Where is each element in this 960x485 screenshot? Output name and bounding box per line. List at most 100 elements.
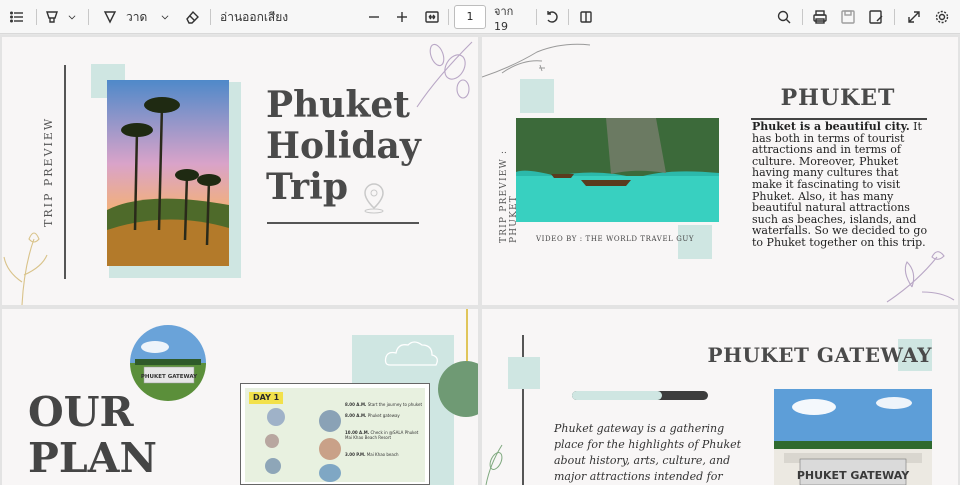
ornament-string	[466, 309, 468, 365]
page-view-button[interactable]	[576, 6, 596, 28]
palm-sunset-photo	[107, 80, 229, 266]
slide-title: Phuket Holiday Trip	[266, 85, 421, 208]
slide-body: Phuket is a beautiful city. It has both …	[752, 121, 928, 249]
page-number-input[interactable]: 1	[454, 5, 486, 29]
chevron-down-icon	[161, 15, 169, 20]
slide-body: Phuket gateway is a gathering place for …	[554, 422, 742, 483]
gateway-photo: PHUKET GATEWAY	[774, 389, 932, 485]
rotate-button[interactable]	[542, 6, 562, 28]
save-button[interactable]	[838, 6, 858, 28]
search-button[interactable]	[774, 6, 794, 28]
zoom-out-icon	[369, 16, 379, 18]
mint-square	[508, 357, 540, 389]
toolbar-divider	[894, 9, 895, 25]
video-credit: VIDEO BY : THE WORLD TRAVEL GUY	[536, 235, 695, 243]
chevron-down-icon	[68, 15, 76, 20]
schedule-text: Phuket gateway	[367, 413, 400, 418]
fullscreen-button[interactable]	[904, 6, 924, 28]
settings-button[interactable]	[932, 6, 952, 28]
schedule-time: 8.00 A.M.	[345, 402, 367, 407]
thumbnail	[319, 410, 341, 432]
schedule-item: 3.00 P.M. Mai Khao beach	[345, 452, 423, 457]
slide-title: OUR PLAN	[28, 389, 157, 481]
highlight-button[interactable]	[42, 6, 62, 28]
schedule-list: 8.00 A.M. Start the journey to phuket 8.…	[345, 402, 423, 457]
toolbar-divider	[88, 9, 89, 25]
tulip-decoration	[3, 232, 48, 305]
highlight-options-button[interactable]	[64, 6, 80, 28]
progress-fill	[572, 391, 662, 400]
title-line: Phuket	[266, 84, 410, 126]
contents-button[interactable]	[6, 6, 28, 28]
schedule-item: 8.00 A.M. Start the journey to phuket	[345, 402, 423, 407]
draw-button[interactable]: วาด	[102, 6, 164, 28]
vertical-rule	[64, 65, 66, 279]
document-viewport[interactable]: TRIP PREVIEW Phuket Holiday Trip TRIP PR…	[0, 35, 960, 485]
plan-card-inner: DAY 1 8.00 A.M. Start the journey to phu…	[245, 388, 425, 482]
slide-heading: PHUKET GATEWAY	[707, 343, 932, 367]
title-line: PLAN	[28, 434, 157, 482]
slide-3: PHUKET GATEWAY OUR PLAN DAY 1 8.00 A.M. …	[2, 309, 478, 485]
slide-heading: PHUKET	[780, 85, 896, 111]
draw-options-button[interactable]	[156, 6, 174, 28]
plan-card: DAY 1 8.00 A.M. Start the journey to phu…	[240, 383, 430, 485]
sign-text: PHUKET GATEWAY	[797, 469, 910, 482]
toolbar-divider	[36, 9, 37, 25]
contents-icon	[10, 11, 23, 23]
vertical-caption: TRIP PREVIEW : PHUKET	[499, 149, 519, 243]
slide-4: PHUKET GATEWAY Phuket gateway is a gathe…	[482, 309, 958, 485]
title-line: Trip	[266, 166, 348, 208]
toolbar-divider	[536, 9, 537, 25]
search-icon	[777, 10, 791, 24]
toolbar-divider	[802, 9, 803, 25]
draw-icon	[103, 11, 117, 24]
lagoon-photo	[516, 118, 719, 222]
fit-width-button[interactable]	[422, 6, 442, 28]
leaf-decoration	[485, 444, 503, 485]
zoom-out-button[interactable]	[364, 6, 384, 28]
vertical-caption: TRIP PREVIEW	[42, 116, 55, 227]
body-text: It has both in terms of tourist attracti…	[752, 120, 928, 249]
thumbnail	[265, 458, 281, 474]
settings-icon	[935, 10, 949, 24]
save-as-icon	[869, 10, 883, 24]
print-icon	[813, 10, 827, 24]
toolbar-divider	[448, 9, 449, 25]
cloud-icon	[384, 341, 438, 366]
thumbnail	[267, 408, 285, 426]
page-view-icon	[580, 11, 592, 23]
mint-square	[520, 79, 554, 113]
toolbar-divider	[568, 9, 569, 25]
schedule-text: Start the journey to phuket	[367, 402, 423, 407]
reader-toolbar: วาด อ่านออกเสียง 1 จาก 19	[0, 0, 960, 34]
sign-text: PHUKET GATEWAY	[141, 374, 198, 380]
schedule-item: 10.00 A.M. Check in @SALA Phuket Mai Kha…	[345, 430, 423, 440]
save-icon	[841, 10, 855, 24]
zoom-in-icon	[397, 12, 407, 22]
highlight-icon	[46, 11, 58, 23]
slide-1: TRIP PREVIEW Phuket Holiday Trip	[2, 37, 478, 305]
print-button[interactable]	[810, 6, 830, 28]
eraser-icon	[186, 10, 199, 24]
eraser-button[interactable]	[182, 6, 202, 28]
location-pin-icon	[364, 183, 384, 214]
read-aloud-button[interactable]: อ่านออกเสียง	[220, 6, 290, 28]
schedule-time: 8.00 A.M.	[345, 413, 367, 418]
page-total: จาก 19	[494, 4, 514, 33]
schedule-time: 3.00 P.M.	[345, 452, 366, 457]
botanical-decoration	[416, 41, 473, 108]
rotate-icon	[547, 11, 558, 23]
zoom-in-button[interactable]	[392, 6, 412, 28]
draw-label: วาด	[126, 9, 148, 24]
title-line: OUR	[28, 388, 134, 436]
thumbnail	[265, 434, 279, 448]
save-as-button[interactable]	[866, 6, 886, 28]
title-underline	[267, 222, 419, 224]
read-aloud-label: อ่านออกเสียง	[220, 9, 289, 24]
title-line: Holiday	[266, 125, 421, 167]
fit-width-icon	[425, 11, 439, 23]
slide-2: TRIP PREVIEW : PHUKET VIDEO BY : THE WOR…	[482, 37, 958, 305]
fullscreen-icon	[908, 11, 920, 23]
flower-decoration	[886, 251, 955, 303]
schedule-item: 8.00 A.M. Phuket gateway	[345, 413, 423, 418]
